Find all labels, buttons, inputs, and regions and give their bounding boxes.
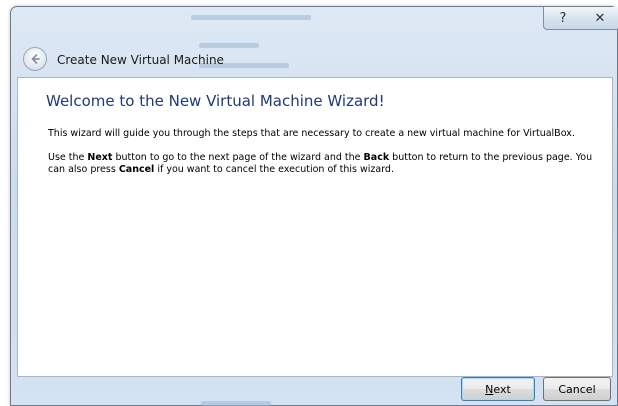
wizard-page: Welcome to the New Virtual Machine Wizar… (17, 77, 613, 377)
background-window-ghost (199, 43, 259, 48)
help-icon: ? (559, 10, 567, 26)
intro-text: This wizard will guide you through the s… (48, 128, 575, 139)
help-button[interactable]: ? (543, 7, 583, 30)
back-arrow-icon (31, 54, 40, 64)
next-button[interactable]: Next (461, 377, 535, 401)
back-button[interactable] (23, 47, 47, 71)
close-button[interactable]: ✕ (581, 7, 618, 30)
window-title: Create New Virtual Machine (57, 53, 224, 67)
background-window-ghost (191, 15, 311, 20)
wizard-window: ? ✕ Create New Virtual Machine Welcome t… (10, 6, 618, 406)
instructions-text: Use the Next button to go to the next pa… (48, 152, 593, 175)
button-bar: Next Cancel (17, 375, 611, 405)
close-icon: ✕ (594, 10, 606, 26)
cancel-button[interactable]: Cancel (543, 377, 611, 401)
page-title: Welcome to the New Virtual Machine Wizar… (46, 92, 385, 110)
